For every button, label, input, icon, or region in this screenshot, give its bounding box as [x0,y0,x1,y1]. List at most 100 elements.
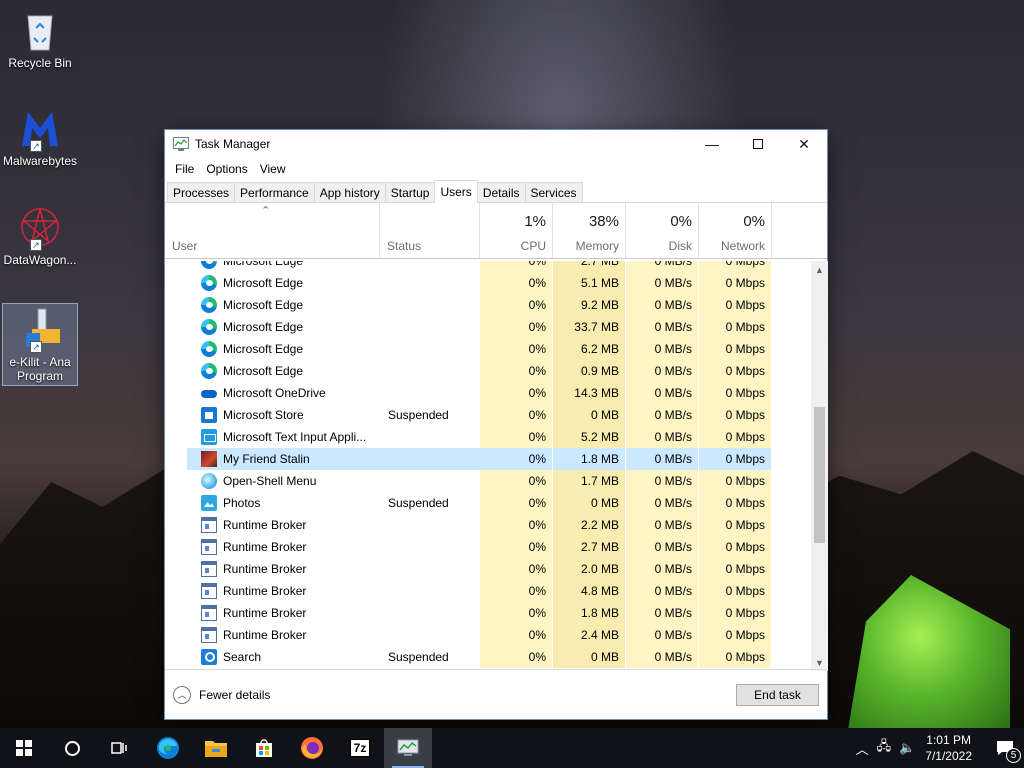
process-cpu: 0% [480,624,553,646]
scrollbar-thumb[interactable] [814,407,825,543]
maximize-button[interactable] [735,130,781,158]
process-cpu: 0% [480,261,553,272]
process-row[interactable]: Microsoft Edge 0% 0.9 MB 0 MB/s 0 Mbps [165,360,811,382]
desktop-icon-malwarebytes[interactable]: ↗ Malwarebytes [2,106,78,168]
process-status [380,382,480,404]
process-status [380,580,480,602]
process-disk: 0 MB/s [626,382,699,404]
menu-view[interactable]: View [254,162,292,176]
menu-file[interactable]: File [169,162,200,176]
process-network: 0 Mbps [699,580,772,602]
process-row[interactable]: Microsoft Edge 0% 9.2 MB 0 MB/s 0 Mbps [165,294,811,316]
e-kilit-icon: ↗ [18,307,62,353]
taskbar-file-explorer[interactable] [192,728,240,768]
taskbar-task-manager[interactable] [384,728,432,768]
process-row[interactable]: Runtime Broker 0% 4.8 MB 0 MB/s 0 Mbps [165,580,811,602]
process-name: Runtime Broker [223,562,307,576]
tab-users[interactable]: Users [434,180,478,203]
clock[interactable]: 1:01 PM 7/1/2022 [925,732,972,764]
process-row[interactable]: Runtime Broker 0% 2.2 MB 0 MB/s 0 Mbps [165,514,811,536]
process-cpu: 0% [480,360,553,382]
process-cpu: 0% [480,338,553,360]
process-memory: 2.7 MB [553,261,626,272]
process-row[interactable]: Microsoft Edge 0% 33.7 MB 0 MB/s 0 Mbps [165,316,811,338]
column-header-cpu[interactable]: 1% CPU [480,203,553,258]
taskbar-store[interactable] [240,728,288,768]
fewer-details-button[interactable]: ︿ Fewer details [173,685,270,704]
column-header-disk[interactable]: 0% Disk [626,203,699,258]
taskbar-firefox[interactable] [288,728,336,768]
tab-processes[interactable]: Processes [167,182,236,202]
process-name: Runtime Broker [223,540,307,554]
process-row[interactable]: Microsoft Text Input Appli... 0% 5.2 MB 0 M… [165,426,811,448]
maximize-icon [753,139,763,149]
process-name-cell: Runtime Broker [187,514,380,536]
process-status [380,338,480,360]
taskbar-edge[interactable] [144,728,192,768]
desktop-icon-datawagon[interactable]: ↗ DataWagon... [2,205,78,267]
column-header-user[interactable]: ⌃ User [165,203,380,258]
process-row[interactable]: Open-Shell Menu 0% 1.7 MB 0 MB/s 0 Mbps [165,470,811,492]
network-icon[interactable]: 🖧 [877,737,892,759]
tab-app-history[interactable]: App history [313,182,386,202]
runtime-broker-icon [201,605,217,621]
process-row[interactable]: Microsoft Edge 0% 5.1 MB 0 MB/s 0 Mbps [165,272,811,294]
process-network: 0 Mbps [699,514,772,536]
process-cpu: 0% [480,426,553,448]
process-row[interactable]: Search Suspended 0% 0 MB 0 MB/s 0 Mbps [165,646,811,668]
process-disk: 0 MB/s [626,536,699,558]
minimize-button[interactable]: — [689,130,735,158]
footer-bar: ︿ Fewer details End task [165,669,827,719]
runtime-broker-icon [201,627,217,643]
process-row[interactable]: Runtime Broker 0% 2.4 MB 0 MB/s 0 Mbps [165,624,811,646]
process-memory: 6.2 MB [553,338,626,360]
cortana-button[interactable] [48,728,96,768]
process-status [380,360,480,382]
shortcut-arrow-icon: ↗ [30,239,42,251]
process-cpu: 0% [480,470,553,492]
process-memory: 1.8 MB [553,448,626,470]
process-row[interactable]: Runtime Broker 0% 1.8 MB 0 MB/s 0 Mbps [165,602,811,624]
process-memory: 2.4 MB [553,624,626,646]
column-header-network[interactable]: 0% Network [699,203,772,258]
process-name: Microsoft Edge [223,261,304,268]
process-row[interactable]: Microsoft OneDrive 0% 14.3 MB 0 MB/s 0 Mbps [165,382,811,404]
process-memory: 0 MB [553,492,626,514]
onedrive-icon [201,385,217,401]
process-row[interactable]: Microsoft Edge 0% 6.2 MB 0 MB/s 0 Mbps [165,338,811,360]
desktop-icon-recycle-bin[interactable]: Recycle Bin [2,8,78,70]
scroll-up-icon[interactable]: ▲ [811,261,828,278]
tab-startup[interactable]: Startup [384,182,436,202]
chevron-up-icon[interactable]: ︿ [856,739,869,758]
start-button[interactable] [0,728,48,768]
process-row[interactable]: My Friend Stalin 0% 1.8 MB 0 MB/s 0 Mbps [165,448,811,470]
taskbar-7zip[interactable]: 7z [336,728,384,768]
close-button[interactable]: ✕ [781,130,827,158]
menu-options[interactable]: Options [200,162,253,176]
process-name-cell: Microsoft Text Input Appli... [187,426,380,448]
vertical-scrollbar[interactable]: ▲ ▼ [811,261,828,671]
process-row[interactable]: Runtime Broker 0% 2.0 MB 0 MB/s 0 Mbps [165,558,811,580]
end-task-button[interactable]: End task [736,684,819,706]
process-row[interactable]: Runtime Broker 0% 2.7 MB 0 MB/s 0 Mbps [165,536,811,558]
file-explorer-icon [205,741,227,757]
process-disk: 0 MB/s [626,514,699,536]
process-network: 0 Mbps [699,470,772,492]
desktop-icon-e-kilit[interactable]: ↗ e-Kilit - Ana Program [2,303,78,386]
tab-details[interactable]: Details [476,182,526,202]
process-row[interactable]: Microsoft Edge 0% 2.7 MB 0 MB/s 0 Mbps [165,261,811,272]
column-header-status[interactable]: Status [380,203,480,258]
tab-performance[interactable]: Performance [234,182,315,202]
title-bar[interactable]: Task Manager — ✕ [165,130,827,158]
process-status [380,514,480,536]
action-center-button[interactable]: 5 [986,728,1024,768]
column-header-memory[interactable]: 38% Memory [553,203,626,258]
volume-icon[interactable]: 🔈 [899,740,915,756]
process-disk: 0 MB/s [626,404,699,426]
tab-services[interactable]: Services [524,182,583,202]
process-row[interactable]: Photos Suspended 0% 0 MB 0 MB/s 0 Mbps [165,492,811,514]
task-view-button[interactable] [96,728,144,768]
process-status: Suspended [388,650,449,664]
process-row[interactable]: Microsoft Store Suspended 0% 0 MB 0 MB/s 0 Mb… [165,404,811,426]
process-name: Microsoft Text Input Appli... [223,430,367,444]
